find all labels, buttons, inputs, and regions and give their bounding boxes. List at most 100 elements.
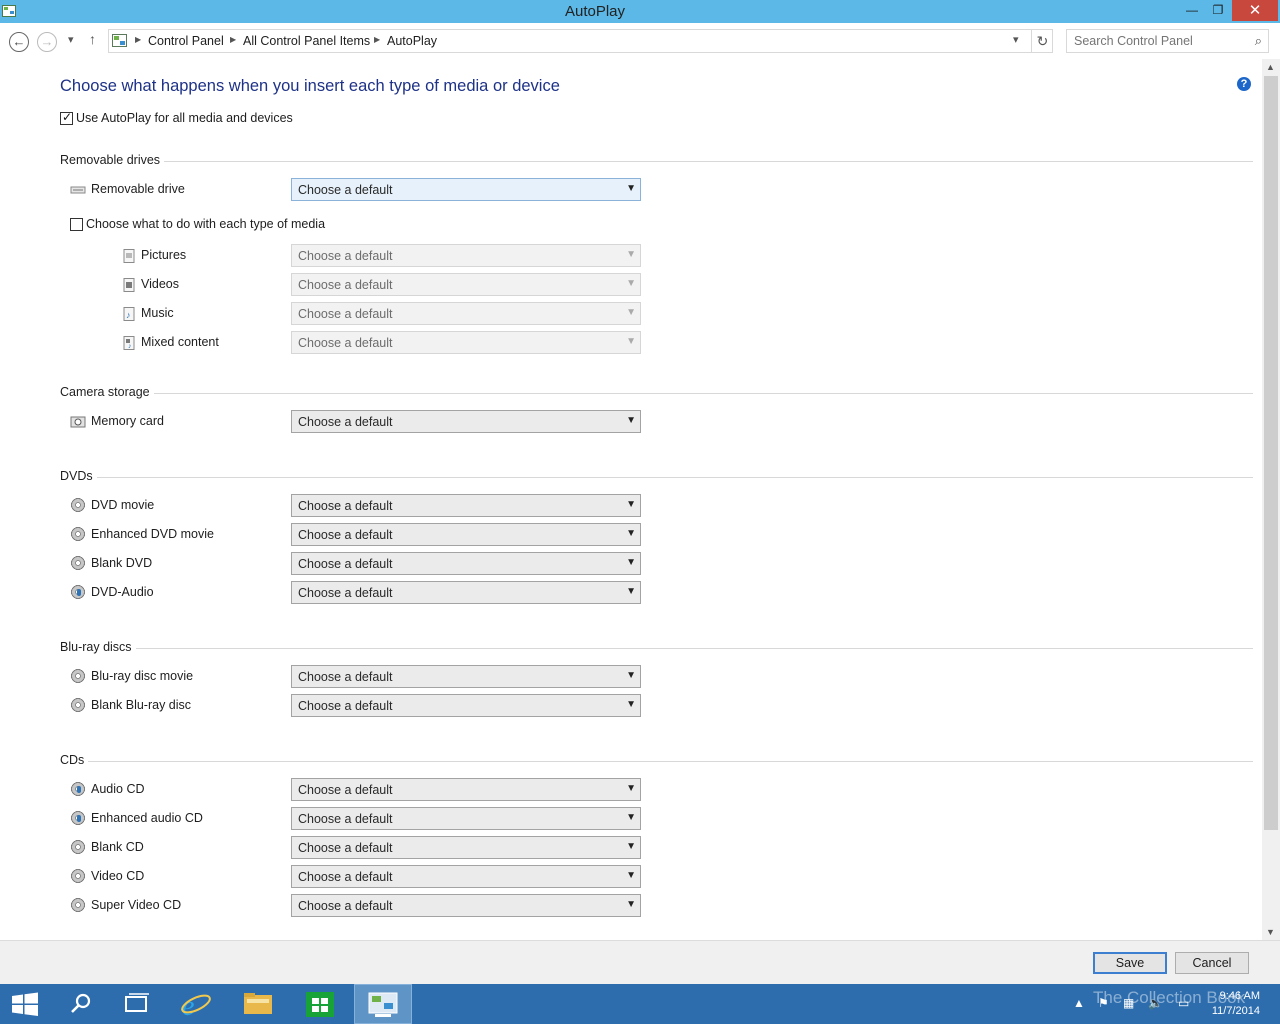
videos-icon <box>123 278 135 292</box>
section-title-removable: Removable drives <box>60 153 165 167</box>
select-value: Choose a default <box>298 841 393 855</box>
select-value: Choose a default <box>298 307 393 321</box>
enhanced-dvd-movie-select[interactable]: Choose a default ▼ <box>291 523 641 546</box>
use-autoplay-checkbox[interactable] <box>60 110 73 125</box>
blank-bluray-select[interactable]: Choose a default ▼ <box>291 694 641 717</box>
chevron-down-icon: ▼ <box>626 415 636 426</box>
blank-dvd-icon <box>70 555 86 571</box>
section-divider <box>60 393 1253 394</box>
enhanced-audio-cd-select[interactable]: Choose a default ▼ <box>291 807 641 830</box>
file-explorer-button[interactable] <box>229 984 287 1024</box>
control-panel-taskbar-button[interactable] <box>354 984 412 1024</box>
back-button[interactable]: ← <box>9 32 29 52</box>
mixed-content-select[interactable]: Choose a default ▼ <box>291 331 641 354</box>
each-media-checkbox[interactable] <box>70 218 83 231</box>
dvd-audio-select[interactable]: Choose a default ▼ <box>291 581 641 604</box>
save-button[interactable]: Save <box>1093 952 1167 974</box>
chevron-down-icon: ▼ <box>626 278 636 289</box>
scroll-up-icon[interactable]: ▲ <box>1266 62 1275 72</box>
scroll-down-icon[interactable]: ▼ <box>1266 927 1275 937</box>
breadcrumb-all-items[interactable]: All Control Panel Items <box>243 34 370 48</box>
task-view-button[interactable] <box>108 984 166 1024</box>
music-icon: ♪ <box>123 307 135 321</box>
forward-button[interactable]: → <box>37 32 57 52</box>
chevron-down-icon: ▼ <box>626 783 636 794</box>
show-hidden-icons-button[interactable]: ▲ <box>1073 996 1085 1010</box>
minimize-button[interactable]: — <box>1179 0 1205 21</box>
blank-cd-select[interactable]: Choose a default ▼ <box>291 836 641 859</box>
page-heading: Choose what happens when you insert each… <box>60 77 560 95</box>
section-divider <box>60 648 1253 649</box>
address-history-button[interactable]: ▾ <box>1013 33 1019 46</box>
audio-cd-icon <box>70 781 86 797</box>
scrollbar-thumb[interactable] <box>1264 76 1278 830</box>
mixed-content-icon: ♪ <box>123 336 135 350</box>
close-button[interactable]: ✕ <box>1232 0 1278 21</box>
action-center-flag-icon[interactable]: ⚑ <box>1098 996 1109 1010</box>
refresh-button[interactable]: ↻ <box>1031 30 1053 52</box>
control-panel-icon <box>368 992 398 1017</box>
start-button[interactable] <box>0 984 50 1024</box>
help-icon[interactable]: ? <box>1237 77 1251 91</box>
task-view-icon <box>125 993 149 1012</box>
internet-explorer-button[interactable]: e <box>168 984 226 1024</box>
bluray-movie-select[interactable]: Choose a default ▼ <box>291 665 641 688</box>
recent-locations-button[interactable]: ▾ <box>68 33 74 46</box>
super-video-cd-select[interactable]: Choose a default ▼ <box>291 894 641 917</box>
section-title-dvds: DVDs <box>60 469 97 483</box>
window-title: AutoPlay <box>564 3 626 20</box>
dvd-audio-icon <box>70 584 86 600</box>
address-bar[interactable]: ▶ Control Panel ▶ All Control Panel Item… <box>108 29 1053 53</box>
maximize-button[interactable]: ❐ <box>1205 0 1231 21</box>
video-cd-select[interactable]: Choose a default ▼ <box>291 865 641 888</box>
videos-select[interactable]: Choose a default ▼ <box>291 273 641 296</box>
breadcrumb-autoplay[interactable]: AutoPlay <box>387 34 437 48</box>
control-panel-icon <box>112 34 127 47</box>
memory-card-select[interactable]: Choose a default ▼ <box>291 410 641 433</box>
section-divider <box>60 477 1253 478</box>
breadcrumb-separator-icon: ▶ <box>135 35 142 44</box>
dvd-movie-select[interactable]: Choose a default ▼ <box>291 494 641 517</box>
system-clock[interactable]: 9:46 AM 11/7/2014 <box>1210 989 1260 1019</box>
breadcrumb-control-panel[interactable]: Control Panel <box>148 34 224 48</box>
media-label-mixed: Mixed content <box>141 335 219 349</box>
audio-cd-select[interactable]: Choose a default ▼ <box>291 778 641 801</box>
back-arrow-icon: ← <box>12 34 26 49</box>
select-value: Choose a default <box>298 670 393 684</box>
vertical-scrollbar[interactable]: ▲ ▼ <box>1262 59 1280 940</box>
section-title-camera: Camera storage <box>60 385 154 399</box>
select-value: Choose a default <box>298 183 393 197</box>
select-value: Choose a default <box>298 899 393 913</box>
store-icon <box>306 992 334 1017</box>
up-button[interactable]: ↑ <box>89 31 96 47</box>
taskbar: e The Collection Book ▲ ⚑ ▦ 🔈 ▭ 9:46 AM … <box>0 984 1280 1024</box>
music-select[interactable]: Choose a default ▼ <box>291 302 641 325</box>
chevron-down-icon: ▼ <box>626 699 636 710</box>
keyboard-icon[interactable]: ▭ <box>1178 996 1189 1010</box>
chevron-down-icon: ▼ <box>626 528 636 539</box>
audio-cd-label: Audio CD <box>91 782 145 796</box>
refresh-icon: ↻ <box>1036 33 1049 49</box>
each-media-label: Choose what to do with each type of medi… <box>86 217 326 231</box>
pictures-icon <box>123 249 135 263</box>
search-icon[interactable]: ⌕ <box>1255 33 1262 49</box>
use-autoplay-label: Use AutoPlay for all media and devices <box>76 111 293 125</box>
removable-drive-select[interactable]: Choose a default ▼ <box>291 178 641 201</box>
super-video-cd-label: Super Video CD <box>91 898 182 912</box>
pictures-select[interactable]: Choose a default ▼ <box>291 244 641 267</box>
select-value: Choose a default <box>298 870 393 884</box>
volume-icon[interactable]: 🔈 <box>1148 996 1163 1010</box>
breadcrumb-separator-icon: ▶ <box>230 35 237 44</box>
select-value: Choose a default <box>298 586 393 600</box>
search-input[interactable] <box>1074 30 1244 51</box>
chevron-down-icon: ▼ <box>626 586 636 597</box>
svg-text:♪: ♪ <box>126 310 131 320</box>
select-value: Choose a default <box>298 699 393 713</box>
store-button[interactable] <box>291 984 349 1024</box>
select-value: Choose a default <box>298 783 393 797</box>
blank-dvd-select[interactable]: Choose a default ▼ <box>291 552 641 575</box>
cancel-button[interactable]: Cancel <box>1175 952 1249 974</box>
search-taskbar-button[interactable] <box>52 984 110 1024</box>
video-cd-label: Video CD <box>91 869 145 883</box>
network-icon[interactable]: ▦ <box>1123 996 1134 1010</box>
